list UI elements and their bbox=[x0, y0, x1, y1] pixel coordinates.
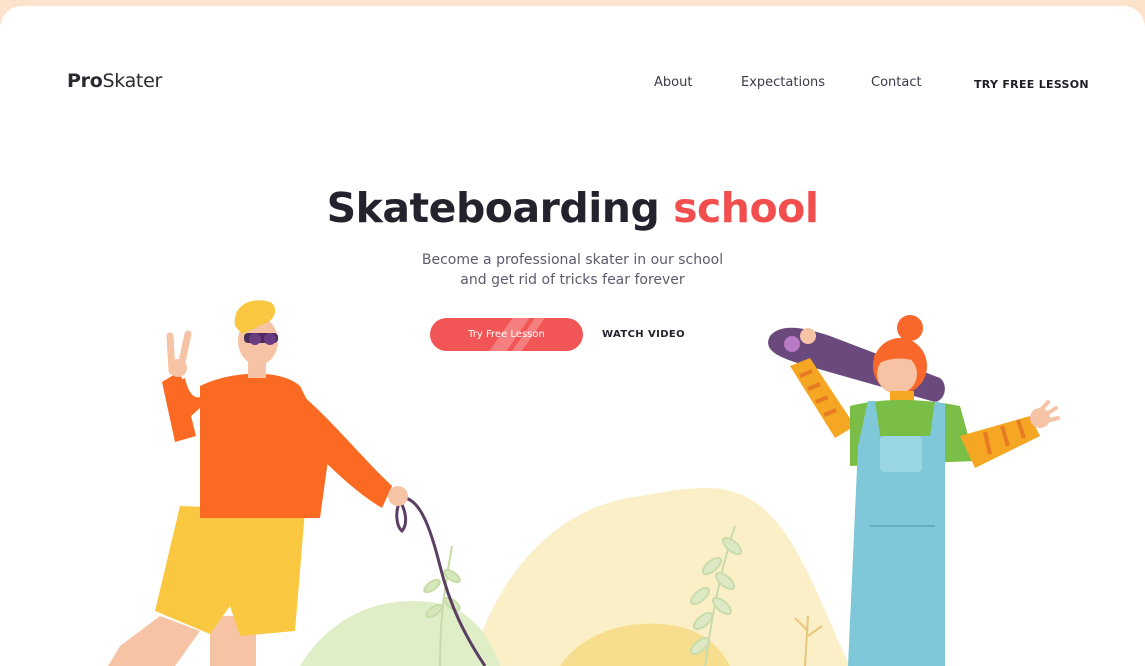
landing-page: ProSkater About Expectations Contact TRY… bbox=[0, 6, 1145, 666]
nav-expectations-link[interactable]: Expectations bbox=[741, 75, 825, 90]
hero-subtitle: Become a professional skater in our scho… bbox=[0, 250, 1145, 290]
hero-subtitle-line1: Become a professional skater in our scho… bbox=[421, 252, 724, 268]
brand-logo-light: Skater bbox=[102, 70, 162, 92]
hero-title-accent: school bbox=[673, 184, 819, 232]
hero-subtitle-line2: and get rid of tricks fear forever bbox=[460, 272, 685, 288]
brand-logo[interactable]: ProSkater bbox=[67, 70, 162, 92]
hill-green bbox=[300, 600, 500, 666]
hero-title: Skateboarding school bbox=[0, 184, 1145, 232]
try-free-lesson-button[interactable]: Try Free Lesson bbox=[430, 318, 583, 351]
brand-logo-bold: Pro bbox=[67, 70, 103, 92]
nav-try-free-lesson-link[interactable]: TRY FREE LESSON bbox=[974, 78, 1089, 91]
nav-about-link[interactable]: About bbox=[654, 75, 692, 90]
hero-title-main: Skateboarding bbox=[326, 184, 660, 232]
nav-contact-link[interactable]: Contact bbox=[871, 75, 922, 90]
watch-video-button[interactable]: WATCH VIDEO bbox=[602, 329, 685, 340]
